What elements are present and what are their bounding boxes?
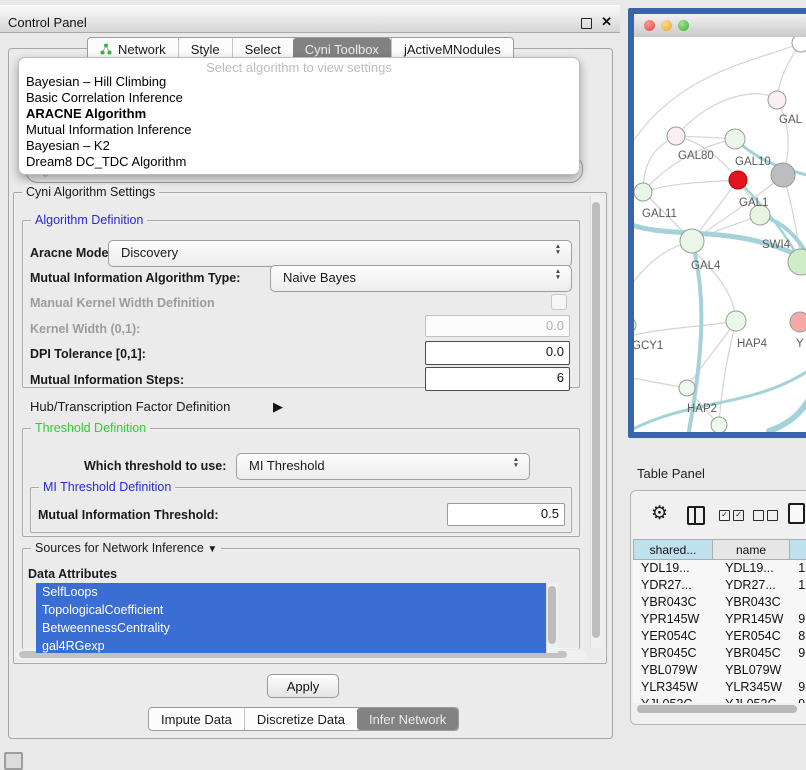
expand-right-icon[interactable]: ▶ — [273, 399, 283, 415]
mi-type-combobox[interactable]: Naive Bayes ▲▼ — [270, 265, 572, 292]
attributes-scrollbar[interactable] — [546, 583, 558, 653]
split-columns-icon[interactable] — [687, 506, 705, 525]
node-label: GAL — [779, 114, 803, 126]
data-attributes-label: Data Attributes — [28, 567, 117, 581]
attribute-item[interactable]: SelfLoops — [36, 583, 546, 601]
kernel-width-label: Kernel Width (0,1): — [30, 322, 140, 336]
table-row[interactable]: YDL19...YDL19...13 — [633, 560, 806, 577]
sources-title: Sources for Network Inference ▼ — [31, 541, 221, 555]
mi-steps-input[interactable]: 6 — [425, 367, 570, 391]
dropdown-placeholder: Select algorithm to view settings — [19, 60, 579, 75]
node-label: HAP2 — [687, 403, 717, 415]
dpi-tolerance-input[interactable]: 0.0 — [425, 341, 570, 365]
screen: Control Panel ✕ Network Style Select Cyn… — [0, 0, 806, 762]
control-panel-titlebar: Control Panel ✕ — [0, 5, 620, 33]
manual-kernel-checkbox[interactable] — [551, 294, 567, 310]
node-label: GAL11 — [642, 208, 677, 220]
node-label: GCY1 — [634, 340, 663, 352]
which-threshold-combobox[interactable]: MI Threshold ▲▼ — [236, 453, 530, 480]
column-header-shared-name[interactable]: shared... — [633, 539, 713, 560]
docked-panel-icon[interactable] — [4, 752, 23, 770]
dpi-tolerance-label: DPI Tolerance [0,1]: — [30, 347, 146, 361]
table-toolbar: ⚙ ✓✓ — [631, 491, 806, 537]
stepper-icon: ▲▼ — [512, 457, 520, 469]
node-label: GAL4 — [691, 260, 721, 272]
tab-infer-network[interactable]: Infer Network — [357, 708, 458, 730]
mi-threshold-input[interactable]: 0.5 — [447, 503, 565, 526]
dropdown-item[interactable]: Mutual Information Inference — [19, 122, 579, 138]
table-row[interactable]: YJL053CYJL053C9 — [633, 696, 806, 703]
dropdown-item[interactable]: Bayesian – Hill Climbing — [19, 74, 579, 90]
algorithm-dropdown-list: Select algorithm to view settings Bayesi… — [18, 57, 580, 175]
table-row[interactable]: YPR145WYPR145W9. — [633, 611, 806, 628]
mi-type-label: Mutual Information Algorithm Type: — [30, 271, 240, 285]
mi-threshold-label: Mutual Information Threshold: — [38, 508, 219, 522]
stepper-icon: ▲▼ — [554, 269, 562, 281]
dropdown-item[interactable]: Basic Correlation Inference — [19, 90, 579, 106]
table-body: YDL19...YDL19...13 YDR27...YDR27...12 YB… — [633, 560, 806, 703]
close-icon[interactable]: ✕ — [601, 14, 612, 30]
table-horizontal-scrollbar[interactable] — [635, 704, 806, 714]
network-canvas[interactable]: GAL GAL80 GAL10 GAL1 GAL11 GAL4 SWI4 GCY… — [634, 37, 806, 432]
algorithm-definition-title: Algorithm Definition — [31, 213, 147, 227]
attribute-item[interactable]: gal4RGexp — [36, 637, 546, 653]
mi-threshold-title: MI Threshold Definition — [39, 480, 175, 494]
minimize-traffic-icon[interactable] — [661, 20, 672, 31]
network-window-titlebar[interactable] — [634, 14, 806, 38]
zoom-traffic-icon[interactable] — [678, 20, 689, 31]
table-row[interactable]: YER054CYER054C8. — [633, 628, 806, 645]
settings-group-title: Cyni Algorithm Settings — [22, 185, 159, 199]
kernel-width-input[interactable]: 0.0 — [425, 315, 570, 337]
table-panel-header: Table Panel — [620, 438, 806, 488]
tab-impute-data[interactable]: Impute Data — [149, 708, 244, 730]
data-attributes-list: SelfLoops TopologicalCoefficient Between… — [36, 583, 546, 653]
dropdown-item[interactable]: Bayesian – K2 — [19, 138, 579, 154]
attribute-item[interactable]: BetweennessCentrality — [36, 619, 546, 637]
column-header-name[interactable]: name — [713, 539, 790, 560]
table-panel-title: Table Panel — [637, 466, 705, 481]
gear-icon[interactable]: ⚙ — [651, 502, 668, 525]
node-label: SWI4 — [762, 239, 791, 251]
table-panel: ⚙ ✓✓ shared... name YDL19...YDL19...13 Y… — [630, 490, 806, 725]
tab-network-label: Network — [118, 42, 166, 57]
deselect-all-columns-icon[interactable] — [753, 510, 778, 521]
table-row[interactable]: YBL079WYBL079W — [633, 662, 806, 679]
network-icon — [100, 43, 112, 55]
float-window-icon[interactable] — [581, 18, 592, 29]
stepper-icon: ▲▼ — [554, 244, 562, 256]
node-label: HAP4 — [737, 338, 768, 350]
table-row[interactable]: YLR345WYLR345W9. — [633, 679, 806, 696]
settings-vertical-scrollbar[interactable] — [590, 196, 603, 648]
node-label: GAL80 — [678, 150, 714, 162]
select-all-columns-icon[interactable]: ✓✓ — [719, 510, 744, 521]
aracne-mode-label: Aracne Mode: — [30, 246, 113, 260]
node-label: GAL1 — [739, 197, 768, 209]
attribute-item[interactable]: TopologicalCoefficient — [36, 601, 546, 619]
aracne-mode-combobox[interactable]: Discovery ▲▼ — [108, 240, 572, 267]
tab-discretize-data[interactable]: Discretize Data — [244, 708, 357, 730]
apply-button[interactable]: Apply — [267, 674, 339, 698]
node-label: Y — [796, 338, 804, 350]
table-row[interactable]: YBR045CYBR045C9. — [633, 645, 806, 662]
mi-steps-label: Mutual Information Steps: — [30, 373, 184, 387]
expand-down-icon[interactable]: ▼ — [207, 544, 217, 555]
network-graph: GAL GAL80 GAL10 GAL1 GAL11 GAL4 SWI4 GCY… — [634, 37, 806, 432]
dropdown-item[interactable]: Dream8 DC_TDC Algorithm — [19, 154, 579, 170]
close-traffic-icon[interactable] — [644, 20, 655, 31]
which-threshold-label: Which threshold to use: — [84, 459, 226, 473]
bottom-tabbar: Impute Data Discretize Data Infer Networ… — [148, 707, 459, 731]
column-header-partial[interactable] — [790, 539, 806, 560]
manual-kernel-label: Manual Kernel Width Definition — [30, 296, 215, 310]
table-header-row: shared... name — [633, 539, 806, 560]
control-panel-title: Control Panel — [8, 15, 87, 30]
table-row[interactable]: YBR043CYBR043C — [633, 594, 806, 611]
new-table-icon[interactable] — [788, 503, 805, 524]
node-label: GAL10 — [735, 156, 771, 168]
table-row[interactable]: YDR27...YDR27...12 — [633, 577, 806, 594]
hub-section-label: Hub/Transcription Factor Definition — [30, 399, 230, 414]
threshold-definition-title: Threshold Definition — [31, 421, 150, 435]
network-view-window[interactable]: GAL GAL80 GAL10 GAL1 GAL11 GAL4 SWI4 GCY… — [628, 8, 806, 438]
dropdown-item-selected[interactable]: ARACNE Algorithm — [19, 106, 579, 122]
